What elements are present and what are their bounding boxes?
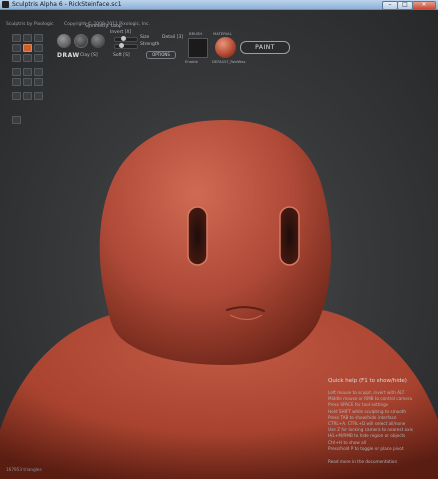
help-icon[interactable] (12, 116, 21, 124)
help-line: Press/hold P to toggle or place pivot (328, 445, 404, 451)
maximize-button[interactable]: □ (397, 1, 413, 10)
mask-icon[interactable] (12, 68, 21, 76)
left-eye (187, 206, 208, 266)
settings-icon[interactable] (34, 92, 43, 100)
draw-tool-label: DRAW (57, 52, 80, 59)
invert-toggle[interactable]: Invert [X] (110, 30, 131, 35)
size-label: Size (140, 35, 150, 40)
inflate-icon[interactable] (12, 44, 21, 52)
open-icon[interactable] (23, 78, 32, 86)
app-info: Sculptris by Pixologic (6, 22, 54, 27)
detail-label[interactable]: Detail [3] (162, 35, 183, 40)
draw-sphere-icon[interactable] (57, 34, 71, 48)
scale-icon[interactable] (34, 54, 43, 62)
options-button[interactable]: OPTIONS (146, 51, 176, 59)
clay-toggle[interactable]: Clay [S] (80, 53, 98, 58)
soft-sphere-icon[interactable] (91, 34, 105, 48)
window-title: Sculptris Alpha 6 - RickSteinface.sc1 (12, 1, 122, 8)
pinch-icon[interactable] (23, 44, 32, 52)
sculpt-viewport[interactable]: Sculptris by Pixologic Copyright © 2009-… (0, 10, 438, 479)
smooth-icon[interactable] (12, 54, 21, 62)
export-icon[interactable] (23, 92, 32, 100)
brush-swatch[interactable] (188, 38, 208, 58)
clay-sphere-icon[interactable] (74, 34, 88, 48)
material-label: MATERIAL (213, 31, 232, 36)
import-icon[interactable] (12, 92, 21, 100)
app-icon (2, 1, 9, 8)
sculptris-window: Sculptris Alpha 6 - RickSteinface.sc1 – … (0, 0, 438, 479)
strength-slider-knob[interactable] (119, 43, 125, 48)
grab-icon[interactable] (34, 44, 43, 52)
strength-slider[interactable] (114, 43, 138, 49)
soft-toggle[interactable]: Soft [S] (113, 53, 130, 58)
crease-icon[interactable] (34, 34, 43, 42)
draw-icon[interactable] (12, 34, 21, 42)
brush-enable-toggle[interactable]: Enable (185, 59, 198, 64)
brush-label: BRUSH (189, 31, 203, 36)
strength-label: Strength (140, 42, 160, 47)
title-bar[interactable]: Sculptris Alpha 6 - RickSteinface.sc1 – … (0, 0, 438, 10)
reduce-icon[interactable] (23, 68, 32, 76)
material-ball-icon[interactable] (215, 37, 236, 58)
material-name: DEFAULT_RedWax (212, 59, 246, 64)
size-slider[interactable] (114, 36, 138, 42)
right-eye (279, 206, 300, 266)
quick-help-panel: Quick help (F1 to show/hide) Left mouse … (328, 378, 438, 464)
flatten-icon[interactable] (23, 34, 32, 42)
rotate-icon[interactable] (23, 54, 32, 62)
documentation-link[interactable]: Read more in the documentation (328, 459, 438, 464)
subdivide-icon[interactable] (34, 68, 43, 76)
new-icon[interactable] (12, 78, 21, 86)
quick-help-title: Quick help (F1 to show/hide) (328, 378, 407, 384)
minimize-button[interactable]: – (382, 1, 398, 10)
size-slider-knob[interactable] (120, 36, 126, 41)
paint-button[interactable]: PAINT (240, 41, 290, 54)
symmetry-label[interactable]: Symmetry: Loop (85, 24, 122, 29)
triangle-count: 167953 triangles (6, 467, 42, 472)
save-icon[interactable] (34, 78, 43, 86)
close-button[interactable]: ✕ (412, 1, 436, 10)
